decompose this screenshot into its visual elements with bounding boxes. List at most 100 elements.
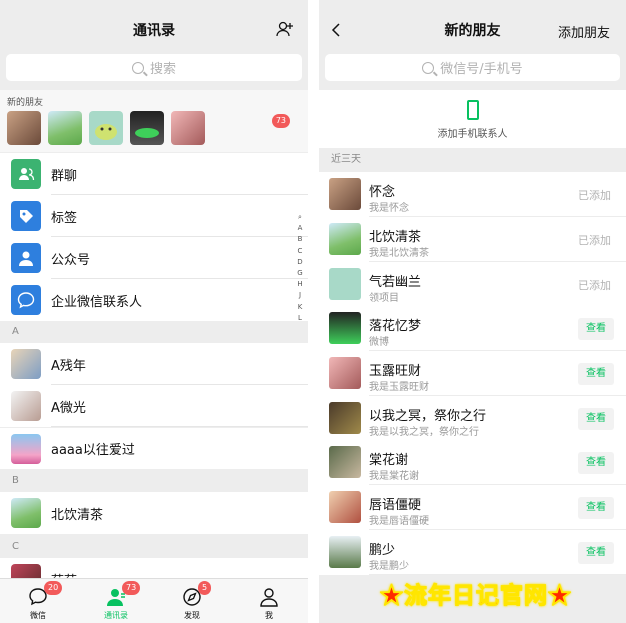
search-placeholder: 微信号/手机号 <box>440 62 523 77</box>
section-header: B <box>0 470 308 492</box>
search-placeholder: 搜索 <box>149 62 176 77</box>
tab-badge: 73 <box>122 581 141 595</box>
menu-item-official-account[interactable]: 公众号 <box>0 237 308 279</box>
friend-name: 棠花谢 <box>369 453 409 468</box>
added-status: 已添加 <box>578 189 611 202</box>
alpha-index-letter[interactable]: D <box>295 257 305 268</box>
avatar <box>329 357 361 389</box>
avatar <box>11 349 41 379</box>
tab-badge: 5 <box>198 581 212 595</box>
alpha-index-letter[interactable]: C <box>295 246 305 257</box>
contact-name: 北饮清茶 <box>51 507 104 523</box>
add-contact-icon[interactable] <box>276 20 294 38</box>
friend-message: 我是鹏少 <box>369 561 409 572</box>
search-icon <box>422 61 435 74</box>
tab-contacts[interactable]: 通讯录 73 <box>96 581 141 621</box>
alpha-index-letter[interactable]: H <box>295 279 305 290</box>
new-friends-section[interactable]: 新的朋友 73 <box>0 90 308 152</box>
search-icon <box>131 61 144 74</box>
alpha-index-letter[interactable]: A <box>295 223 305 234</box>
section-header: C <box>0 536 308 558</box>
friend-request-row[interactable]: 气若幽兰 领项目 已添加 <box>319 262 626 307</box>
tab-label: 通讯录 <box>104 611 128 620</box>
search-input[interactable]: 微信号/手机号 <box>325 54 620 81</box>
alpha-index-letter[interactable]: G <box>295 268 305 279</box>
group-chat-icon <box>11 159 41 189</box>
menu-item-tag[interactable]: 标签 <box>0 195 308 237</box>
tab-compass[interactable]: 发现 5 <box>172 581 212 621</box>
contact-row[interactable]: 北饮清茶 <box>0 492 308 534</box>
new-friends-label: 新的朋友 <box>7 98 44 108</box>
add-friend-link[interactable]: 添加朋友 <box>558 22 610 41</box>
alpha-index-letter[interactable]: J <box>295 290 305 301</box>
contact-row[interactable]: A残年 <box>0 343 308 385</box>
contact-row[interactable]: A微光 <box>0 385 308 427</box>
menu-item-label: 公众号 <box>51 252 91 268</box>
tab-profile[interactable]: 我 <box>249 587 289 621</box>
watermark-text: ★流年日记官网★ <box>380 582 572 610</box>
friend-name: 玉露旺财 <box>369 364 422 379</box>
friend-request-row[interactable]: 以我之冥，祭你之行 我是以我之冥，祭你之行 查看 <box>319 396 626 441</box>
view-button[interactable]: 查看 <box>578 497 614 519</box>
avatar <box>329 223 361 255</box>
avatar <box>329 312 361 344</box>
added-status: 已添加 <box>578 279 611 292</box>
search-input[interactable]: 搜索 <box>6 54 302 81</box>
menu-item-label: 群聊 <box>51 168 78 184</box>
section-header: 近三天 <box>319 149 626 171</box>
friend-message: 我是北饮清茶 <box>369 248 429 259</box>
friend-request-row[interactable]: 鹏少 我是鹏少 查看 <box>319 530 626 575</box>
view-button[interactable]: 查看 <box>578 408 614 430</box>
friend-message: 我是怀念 <box>369 203 409 214</box>
menu-item-group-chat[interactable]: 群聊 <box>0 153 308 195</box>
alpha-index-letter[interactable]: ⌕ <box>295 212 305 223</box>
friend-message: 我是唇语僵硬 <box>369 516 429 527</box>
contacts-screen: 通讯录 搜索 新的朋友 73 群聊 标签 公众号 企业微信联系人 ⌕ A B C D G H J K L… <box>0 0 308 623</box>
tab-label: 我 <box>265 611 273 620</box>
avatar <box>329 178 361 210</box>
alpha-index-letter[interactable]: K <box>295 302 305 313</box>
friend-request-row[interactable]: 棠花谢 我是棠花谢 查看 <box>319 440 626 485</box>
friend-request-row[interactable]: 唇语僵硬 我是唇语僵硬 查看 <box>319 485 626 530</box>
new-friends-screen: 新的朋友 添加朋友 微信号/手机号 添加手机联系人 近三天 怀念 我是怀念 已添加北… <box>319 0 626 623</box>
menu-item-work-contact[interactable]: 企业微信联系人 <box>0 279 308 321</box>
tab-label: 发现 <box>184 611 200 620</box>
work-contact-icon <box>11 285 41 315</box>
add-phone-contacts-button[interactable]: 添加手机联系人 <box>319 90 626 148</box>
tab-chat-bubble[interactable]: 微信 20 <box>18 581 63 621</box>
friend-name: 以我之冥，祭你之行 <box>369 409 487 424</box>
avatar <box>7 111 41 145</box>
menu-item-label: 企业微信联系人 <box>51 294 143 310</box>
avatar <box>329 536 361 568</box>
avatar <box>89 111 123 145</box>
view-button[interactable]: 查看 <box>578 363 614 385</box>
new-friends-badge: 73 <box>271 114 290 128</box>
divider <box>51 426 308 427</box>
friend-name: 落花忆梦 <box>369 319 422 334</box>
added-status: 已添加 <box>578 234 611 247</box>
avatar <box>329 268 361 300</box>
avatar <box>329 446 361 478</box>
alpha-index-letter[interactable]: B <box>295 234 305 245</box>
friend-request-row[interactable]: 落花忆梦微博 查看 <box>319 306 626 351</box>
bottom-tab-bar: 微信 20 通讯录 73 发现 5 我 <box>0 578 308 623</box>
contact-name: aaaa以往爱过 <box>51 443 135 458</box>
contact-name: A残年 <box>51 358 86 374</box>
view-button[interactable]: 查看 <box>578 542 614 564</box>
view-button[interactable]: 查看 <box>578 318 614 340</box>
contact-name: A微光 <box>51 400 86 416</box>
view-button[interactable]: 查看 <box>578 452 614 474</box>
profile-icon <box>259 587 279 607</box>
friend-request-row[interactable]: 怀念 我是怀念 已添加 <box>319 172 626 217</box>
tag-icon <box>11 201 41 231</box>
watermark: ★流年日记官网★ <box>331 576 621 610</box>
avatar <box>48 111 82 145</box>
contact-row[interactable]: aaaa以往爱过 <box>0 428 308 469</box>
friend-message: 微博 <box>369 337 389 348</box>
avatar <box>11 391 41 421</box>
section-header: A <box>0 321 308 343</box>
official-account-icon <box>11 243 41 273</box>
avatar <box>11 433 41 464</box>
friend-request-row[interactable]: 玉露旺财 我是玉露旺财 查看 <box>319 351 626 396</box>
friend-request-row[interactable]: 北饮清茶 我是北饮清茶 已添加 <box>319 217 626 262</box>
